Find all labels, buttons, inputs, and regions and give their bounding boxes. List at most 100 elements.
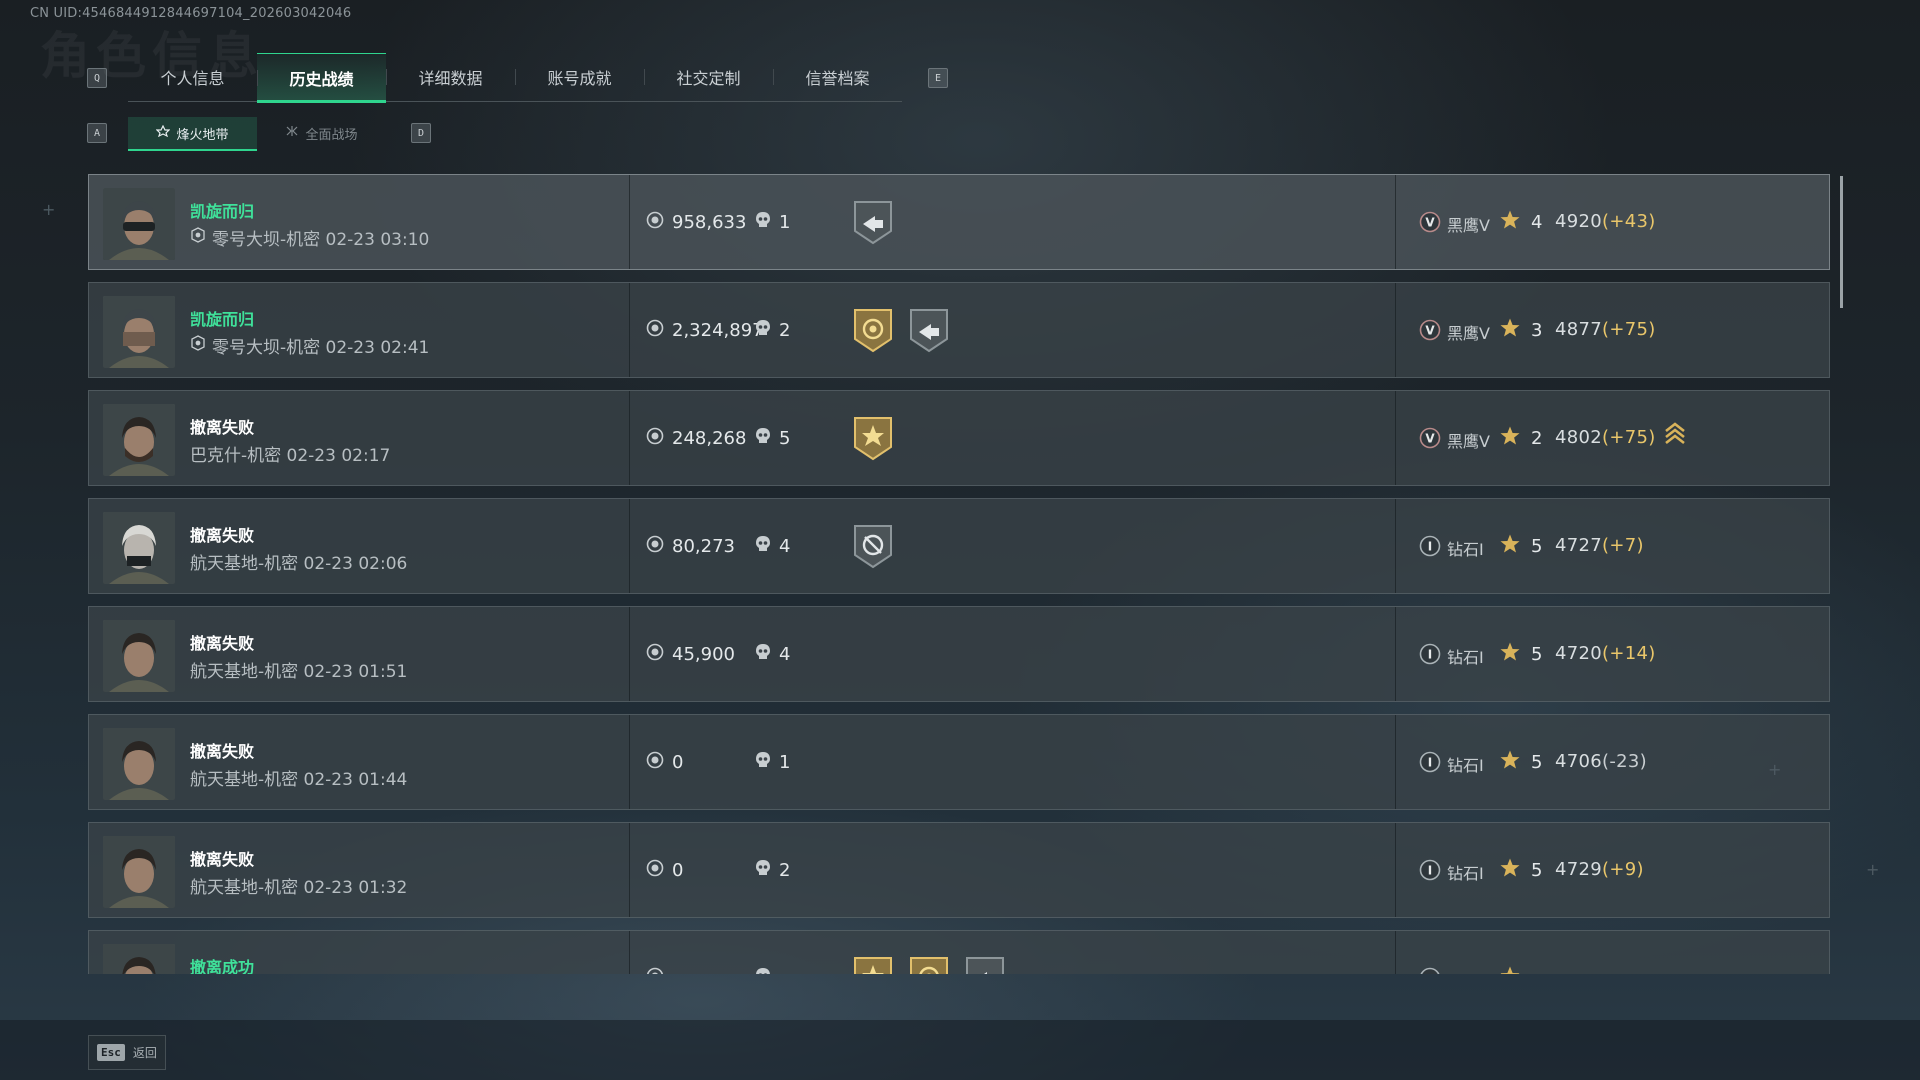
skull-icon	[755, 427, 771, 450]
operator-avatar	[103, 836, 175, 908]
match-row[interactable]: 撤离失败 巴克什-机密 02-23 02:17 248,268 5 V 黑鹰V 2 4802(…	[88, 390, 1830, 486]
score-delta: (+43)	[1602, 211, 1656, 232]
subtab-next-key[interactable]: D	[411, 123, 431, 143]
footer-bar	[0, 1020, 1920, 1080]
column-divider	[629, 931, 630, 974]
subtab-1[interactable]: 全面战场	[257, 117, 386, 149]
gold-burst-badge-icon[interactable]	[851, 413, 895, 463]
match-row[interactable]: 撤离失败 航天基地-机密 02-23 01:51 45,900 4 I 钻石I 5 4720(…	[88, 606, 1830, 702]
tab-0[interactable]: 个人信息	[128, 53, 257, 101]
star-count: 5	[1499, 641, 1542, 668]
rank-info: V 黑鹰V	[1419, 319, 1490, 345]
rank-info: V 黑鹰V	[1419, 211, 1490, 237]
operator-avatar	[103, 512, 175, 584]
kill-count-text: 1	[779, 212, 791, 233]
star-count	[1499, 965, 1531, 974]
kill-count: 1	[755, 211, 790, 234]
score-delta: (+75)	[1602, 427, 1656, 448]
extract-grey-badge-icon[interactable]	[963, 953, 1007, 974]
blackhawk-rank-icon: V	[1419, 319, 1441, 345]
kill-count: 4	[755, 535, 790, 558]
score-value: 4720	[1555, 643, 1603, 664]
tab-1[interactable]: 历史战绩	[257, 53, 386, 103]
operator-avatar	[103, 728, 175, 800]
deco-plus: +	[1866, 860, 1880, 879]
svg-text:V: V	[1425, 216, 1435, 230]
subtab-label: 全面战场	[305, 127, 358, 143]
kill-count: 2	[755, 319, 790, 342]
loot-value: 80,273	[646, 535, 735, 558]
score-value: 4802	[1555, 427, 1603, 448]
loot-value-text: 2,324,897	[672, 320, 764, 341]
column-divider	[1395, 391, 1396, 485]
star-icon	[1499, 749, 1521, 776]
star-icon	[1499, 533, 1521, 560]
rank-info: I 钻石I	[1419, 535, 1484, 561]
match-result: 撤离失败	[190, 850, 255, 869]
loot-value-text: 958,633	[672, 212, 747, 233]
map-info: 零号大坝-机密 02-23 02:41	[190, 333, 429, 358]
gold-target-badge-icon[interactable]	[851, 305, 895, 355]
tab-3[interactable]: 账号成就	[515, 53, 644, 101]
grey-cycle-badge-icon[interactable]	[851, 521, 895, 571]
medal-badges	[851, 521, 895, 571]
gold-target-badge-icon[interactable]	[907, 953, 951, 974]
map-info: 航天基地-机密 02-23 01:44	[190, 765, 407, 790]
diamond-rank-icon	[1419, 967, 1441, 974]
star-count-text: 4	[1531, 212, 1543, 233]
score-value: 4706	[1555, 751, 1603, 772]
extract-grey-badge-icon[interactable]	[851, 197, 895, 247]
tab-next-key[interactable]: E	[928, 68, 948, 88]
subtab-prev-key[interactable]: A	[87, 123, 107, 143]
star-count: 5	[1499, 533, 1542, 560]
kill-count: 4	[755, 643, 790, 666]
map-info: 航天基地-机密 02-23 01:51	[190, 657, 407, 682]
medal-badges	[851, 953, 1007, 974]
back-button[interactable]: Esc 返回	[88, 1035, 166, 1070]
subtab-0[interactable]: 烽火地带	[128, 117, 257, 151]
match-result: 撤离失败	[190, 526, 255, 545]
tab-prev-key[interactable]: Q	[87, 68, 107, 88]
column-divider	[1395, 607, 1396, 701]
match-row[interactable]: 凯旋而归 零号大坝-机密 02-23 03:10 958,633 1 V 黑鹰V 4 4920…	[88, 174, 1830, 270]
list-scrollbar[interactable]	[1840, 176, 1843, 308]
medal-badges	[851, 413, 895, 463]
tab-5[interactable]: 信誉档案	[773, 53, 902, 101]
match-row[interactable]: 撤离失败 航天基地-机密 02-23 01:32 0 2 I 钻石I 5 4729(+9)	[88, 822, 1830, 918]
diamond-rank-icon: I	[1419, 535, 1441, 561]
coin-icon	[646, 751, 664, 774]
match-row[interactable]: 撤离失败 航天基地-机密 02-23 02:06 80,273 4 I 钻石I 5 4727(…	[88, 498, 1830, 594]
tab-4[interactable]: 社交定制	[644, 53, 773, 101]
operator-avatar	[103, 620, 175, 692]
star-count-text: 5	[1531, 536, 1543, 557]
rank-name: 钻石I	[1447, 648, 1484, 667]
star-count-text: 5	[1531, 860, 1543, 881]
skull-icon	[755, 751, 771, 774]
loot-value-text: 0	[672, 752, 684, 773]
svg-text:I: I	[1428, 648, 1432, 662]
tab-2[interactable]: 详细数据	[386, 53, 515, 101]
score-value: 4729	[1555, 859, 1603, 880]
kill-count-text: 4	[779, 536, 791, 557]
loot-value: 0	[646, 751, 683, 774]
mode-subtabs: 烽火地带 全面战场	[128, 117, 386, 151]
match-row[interactable]: 撤离失败 航天基地-机密 02-23 01:44 0 1 I 钻石I 5 4706(-23)	[88, 714, 1830, 810]
map-icon	[190, 227, 206, 248]
gold-burst-badge-icon[interactable]	[851, 953, 895, 974]
column-divider	[629, 499, 630, 593]
match-row[interactable]: 凯旋而归 零号大坝-机密 02-23 02:41 2,324,897 2 V 黑鹰V 3 48…	[88, 282, 1830, 378]
coin-icon	[646, 319, 664, 342]
loot-value-text: 80,273	[672, 536, 735, 557]
star-count: 3	[1499, 317, 1542, 344]
column-divider	[1395, 499, 1396, 593]
score-value: 4727	[1555, 535, 1603, 556]
extract-grey-badge-icon[interactable]	[907, 305, 951, 355]
match-row[interactable]: 撤离成功	[88, 930, 1830, 974]
kill-count: 2	[755, 859, 790, 882]
medal-badges	[851, 305, 951, 355]
map-info: 零号大坝-机密 02-23 03:10	[190, 225, 429, 250]
rank-score: 4920(+43)	[1555, 211, 1656, 232]
match-result: 撤离成功	[190, 958, 255, 974]
column-divider	[629, 283, 630, 377]
score-delta: (+9)	[1602, 859, 1644, 880]
